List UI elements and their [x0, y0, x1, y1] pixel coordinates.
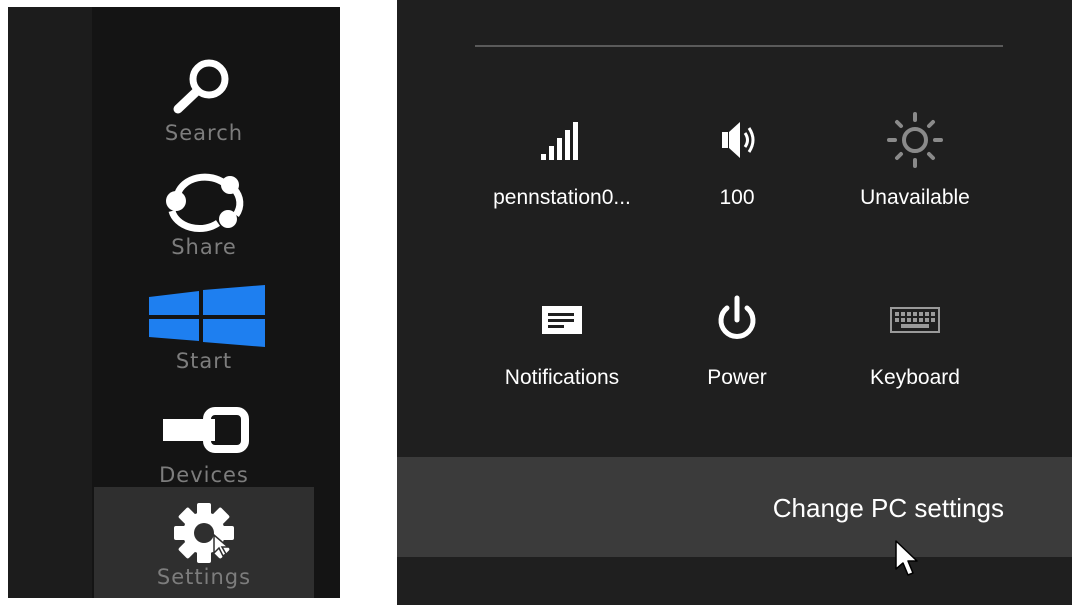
power-label: Power	[707, 366, 767, 389]
network-signal-icon	[472, 110, 652, 170]
brightness-label: Unavailable	[860, 186, 970, 209]
charm-start[interactable]: Start	[94, 271, 314, 383]
divider	[475, 45, 1003, 47]
charm-start-label: Start	[175, 349, 233, 373]
notifications-label: Notifications	[504, 366, 620, 389]
brightness-sun-icon	[825, 110, 1005, 170]
search-icon	[94, 57, 314, 119]
network-tile[interactable]: pennstation0...	[472, 110, 652, 230]
keyboard-tile[interactable]: Keyboard	[825, 290, 1005, 410]
windows-logo-icon	[94, 285, 314, 347]
keyboard-icon	[825, 290, 1005, 350]
charms-bar: Search Share Start Devices Settings	[8, 7, 340, 598]
mouse-cursor-icon	[894, 539, 922, 583]
charm-search-label: Search	[164, 121, 244, 145]
change-pc-settings-button[interactable]: Change PC settings	[397, 457, 1072, 576]
brightness-tile[interactable]: Unavailable	[825, 110, 1005, 230]
charms-bar-edge	[8, 7, 92, 598]
power-icon	[647, 290, 827, 350]
network-label: pennstation0...	[493, 186, 631, 209]
settings-pane: pennstation0... 100 Unavailable Notifica…	[397, 0, 1072, 605]
share-icon	[94, 171, 314, 233]
speaker-icon	[647, 110, 827, 170]
volume-tile[interactable]: 100	[647, 110, 827, 230]
gear-icon	[94, 501, 314, 563]
charm-devices-label: Devices	[159, 463, 249, 487]
notifications-tile[interactable]: Notifications	[472, 290, 652, 410]
charm-devices[interactable]: Devices	[94, 385, 314, 497]
charm-share-label: Share	[171, 235, 237, 259]
charm-settings-label: Settings	[156, 565, 252, 589]
keyboard-label: Keyboard	[870, 366, 960, 389]
power-tile[interactable]: Power	[647, 290, 827, 410]
notifications-icon	[472, 290, 652, 350]
charm-share[interactable]: Share	[94, 157, 314, 269]
charm-search[interactable]: Search	[94, 43, 314, 155]
devices-icon	[94, 399, 314, 461]
volume-label: 100	[719, 186, 755, 209]
charm-settings[interactable]: Settings	[94, 487, 314, 598]
change-pc-settings-label: Change PC settings	[772, 493, 1004, 523]
